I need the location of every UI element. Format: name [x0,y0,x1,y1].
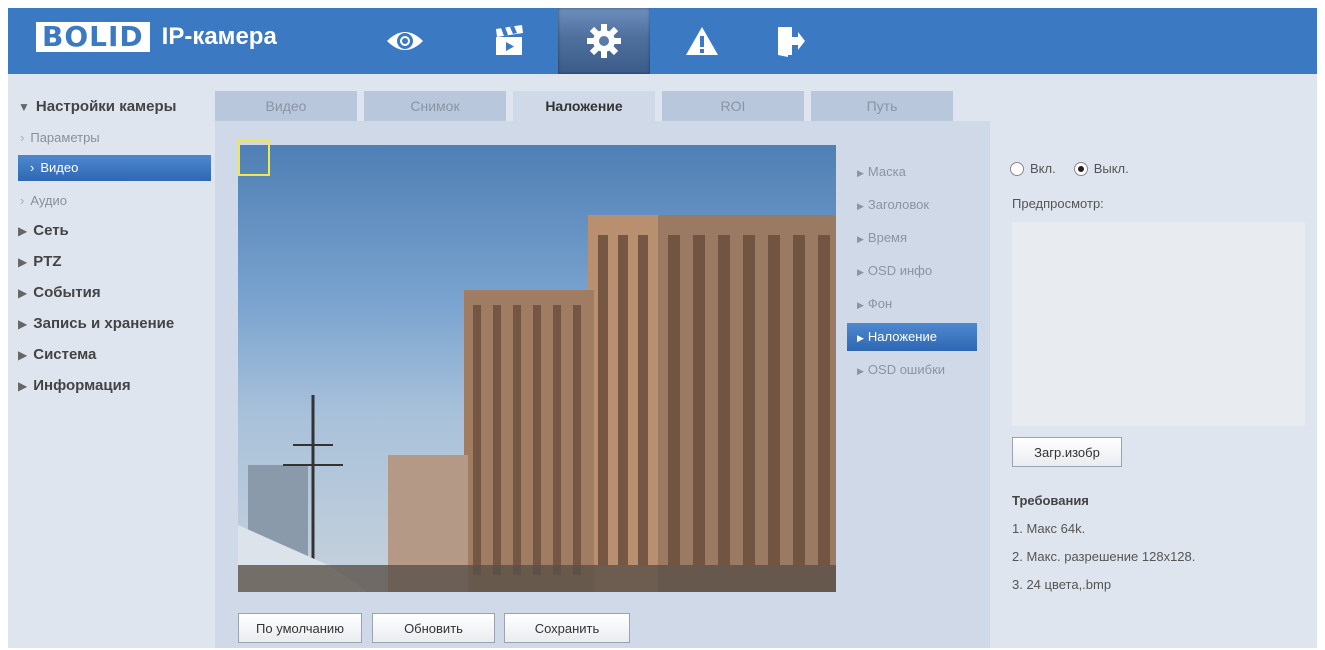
refresh-button[interactable]: Обновить [372,613,495,643]
exit-icon [778,27,805,57]
sidebar-item-label: Видео [40,160,79,175]
nav-setup[interactable] [558,8,650,74]
nav-alarm[interactable] [670,8,734,74]
submenu-label: Заголовок [867,197,930,212]
requirements-title: Требования [1012,493,1089,508]
sidebar-item-system[interactable]: ▶ Система [18,346,96,363]
overlay-selection-box[interactable] [238,140,270,176]
upload-image-button[interactable]: Загр.изобр [1012,437,1122,467]
triangle-right-icon: ▶ [18,317,28,331]
nav-logout[interactable] [758,8,822,74]
sidebar-item-events[interactable]: ▶ События [18,284,101,301]
requirement-2: 2. Макс. разрешение 128x128. [1012,549,1196,564]
arrow-right-icon: ▶ [857,333,864,343]
warning-icon [686,27,718,55]
sidebar-item-label: Аудио [30,193,68,208]
triangle-right-icon: ▶ [18,348,28,362]
submenu-label: OSD ошибки [867,362,946,377]
content-area: Видео Снимок Наложение ROI Путь По умолч… [215,87,1317,648]
arrow-right-icon: ▶ [857,234,864,244]
brand-logo: BOLID [36,22,150,52]
video-preview[interactable] [238,145,836,592]
tab-video[interactable]: Видео [215,91,357,121]
sidebar-item-label: Сеть [33,222,69,239]
submenu-label: Время [867,230,908,245]
radio-off[interactable] [1073,161,1088,176]
triangle-right-icon: ▶ [18,255,28,269]
arrow-right-icon: ▶ [857,267,864,277]
submenu-mask[interactable]: ▶ Маска [847,158,977,186]
submenu-label: OSD инфо [867,263,933,278]
nav-live-view[interactable] [373,8,437,74]
sidebar-item-label: Параметры [30,130,100,145]
default-button[interactable]: По умолчанию [238,613,362,643]
requirement-1: 1. Макс 64k. [1012,521,1086,536]
submenu-osd-errors[interactable]: ▶ OSD ошибки [847,356,977,384]
submenu-overlay[interactable]: ▶ Наложение [847,323,977,351]
chevron-right-icon: › [20,193,25,208]
radio-on-label: Вкл. [1030,161,1056,176]
top-bar: BOLID IP-камера [8,8,1317,74]
sidebar-item-label: Запись и хранение [33,315,175,332]
triangle-right-icon: ▶ [18,224,28,238]
sidebar-item-network[interactable]: ▶ Сеть [18,222,69,239]
sidebar-item-label: Система [33,346,97,363]
sidebar-item-ptz[interactable]: ▶ PTZ [18,253,62,270]
sidebar-item-label: PTZ [33,253,62,270]
sidebar-item-storage[interactable]: ▶ Запись и хранение [18,315,174,332]
submenu-title[interactable]: ▶ Заголовок [847,191,977,219]
triangle-right-icon: ▶ [18,379,28,393]
tab-roi[interactable]: ROI [662,91,804,121]
tab-path[interactable]: Путь [811,91,953,121]
triangle-down-icon: ▼ [18,100,30,114]
sidebar-item-params[interactable]: › Параметры [20,130,100,145]
nav-playback[interactable] [478,8,542,74]
triangle-right-icon: ▶ [18,286,28,300]
preview-box [1012,222,1305,426]
arrow-right-icon: ▶ [857,168,864,178]
submenu-time[interactable]: ▶ Время [847,224,977,252]
sidebar-item-camera-settings[interactable]: ▼ Настройки камеры [18,98,176,115]
app-title: IP-камера [161,23,277,50]
gear-icon [587,24,621,58]
submenu-osd-info[interactable]: ▶ OSD инфо [847,257,977,285]
tab-overlay[interactable]: Наложение [513,91,655,121]
clapperboard-icon [496,25,523,55]
chevron-right-icon: › [30,160,35,175]
tab-snapshot[interactable]: Снимок [364,91,506,121]
submenu-label: Наложение [867,329,937,344]
camera-scene-image [238,215,836,592]
overlay-settings-panel: Вкл. Выкл. Предпросмотр: Загр.изобр Треб… [990,121,1317,648]
app-frame: BOLID IP-камера ▼ Настройки камеры › Пар… [8,8,1317,648]
sidebar-item-label: События [33,284,101,301]
sidebar-item-audio[interactable]: › Аудио [20,193,67,208]
sidebar-item-label: Настройки камеры [35,98,177,115]
radio-on[interactable] [1010,161,1024,176]
requirement-3: 3. 24 цвета,.bmp [1012,577,1112,592]
save-button[interactable]: Сохранить [504,613,630,643]
arrow-right-icon: ▶ [857,300,864,310]
eye-icon [387,32,423,50]
sidebar-item-video[interactable]: › Видео [18,155,211,181]
sidebar-item-label: Информация [33,377,131,394]
radio-off-label: Выкл. [1093,161,1129,176]
enable-radio-group: Вкл. Выкл. [1010,161,1129,176]
sidebar-item-info[interactable]: ▶ Информация [18,377,131,394]
submenu-label: Фон [867,296,893,311]
arrow-right-icon: ▶ [857,366,864,376]
preview-label: Предпросмотр: [1012,196,1104,211]
submenu-background[interactable]: ▶ Фон [847,290,977,318]
sidebar: ▼ Настройки камеры › Параметры › Видео › Ауд… [8,74,213,648]
logo: BOLID IP-камера [36,22,277,52]
submenu-label: Маска [867,164,906,179]
chevron-right-icon: › [20,130,25,145]
arrow-right-icon: ▶ [857,201,864,211]
